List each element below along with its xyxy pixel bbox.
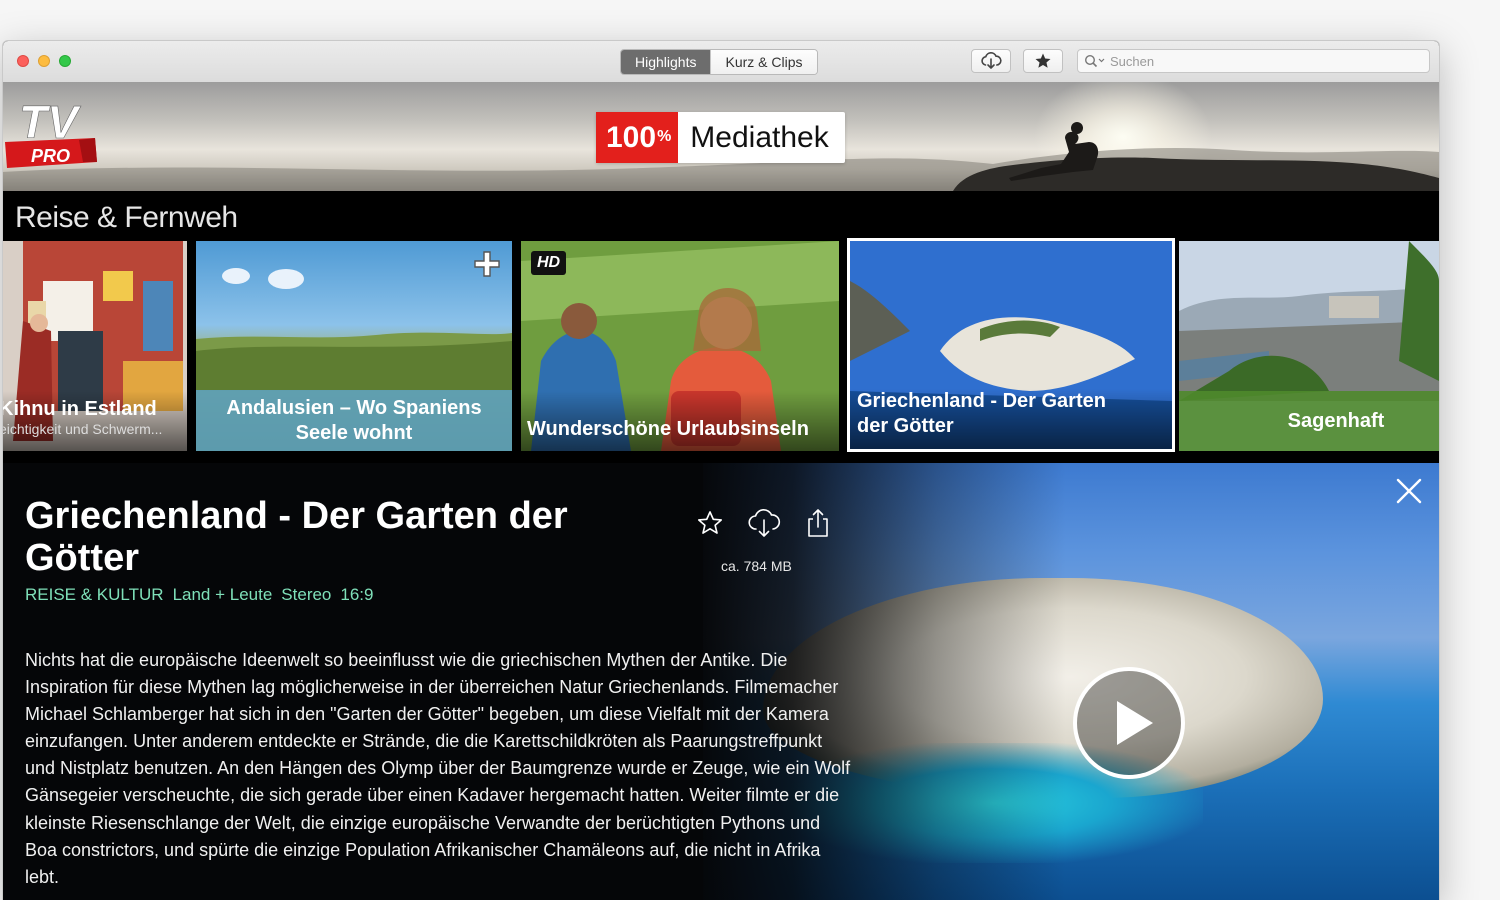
tile-title: Kihnu in Estland	[3, 398, 157, 420]
tag-audio: Stereo	[281, 585, 332, 604]
share-button[interactable]	[799, 505, 837, 541]
mediathek-100-badge: 100%	[596, 112, 679, 163]
add-to-watchlist-button[interactable]	[472, 249, 502, 279]
play-button[interactable]	[1073, 667, 1185, 779]
detail-tags: REISE & KULTUR Land + Leute Stereo 16:9	[25, 585, 373, 605]
download-button[interactable]	[745, 505, 783, 541]
tile-subtitle: eichtigkeit und Schwerm...	[3, 421, 163, 437]
detail-title: Griechenland - Der Garten der Götter	[25, 495, 568, 579]
tile-urlaubsinseln[interactable]: HD Wunderschöne Urlaubsinseln	[521, 241, 839, 451]
tag-genre[interactable]: REISE & KULTUR	[25, 585, 164, 605]
view-segmented-control: Highlights Kurz & Clips	[620, 49, 818, 75]
tab-highlights[interactable]: Highlights	[621, 50, 711, 74]
tile-kihnu-estland[interactable]: Kihnu in Estland eichtigkeit und Schwerm…	[3, 241, 187, 451]
cloud-download-icon	[981, 52, 1002, 69]
plus-icon	[474, 251, 500, 277]
tile-title: Wunderschöne Urlaubsinseln	[527, 418, 809, 440]
cloud-download-icon	[748, 509, 781, 537]
detail-description: Nichts hat die europäische Ideenwelt so …	[25, 650, 851, 887]
tv-pro-logo[interactable]: TV PRO	[3, 96, 101, 174]
tile-andalusien[interactable]: Andalusien – Wo Spaniens Seele wohnt	[196, 241, 512, 451]
titlebar: Highlights Kurz & Clips	[3, 41, 1439, 83]
tile-griechenland-selected[interactable]: Griechenland - Der Garten der Götter	[847, 238, 1175, 452]
tab-kurz-clips[interactable]: Kurz & Clips	[710, 50, 817, 74]
hd-badge: HD	[531, 251, 567, 275]
download-size: ca. 784 MB	[721, 558, 792, 574]
share-icon	[808, 509, 828, 537]
close-icon	[1396, 478, 1422, 504]
header-banner: TV PRO 100% Mediathek	[3, 82, 1439, 191]
tile-title: Sagenhaft	[1287, 409, 1385, 432]
favorites-button[interactable]	[1023, 49, 1063, 73]
tile-sagenhaft[interactable]: Sagenhaft	[1179, 241, 1439, 451]
favorite-button[interactable]	[691, 505, 729, 541]
tile-title: Griechenland - Der Garten der Götter	[857, 390, 1106, 437]
close-detail-button[interactable]	[1395, 477, 1423, 505]
search-input[interactable]	[1108, 52, 1429, 70]
mediathek-100-text: 100	[606, 120, 657, 154]
minimize-window-button[interactable]	[38, 55, 50, 67]
downloads-button[interactable]	[971, 49, 1011, 73]
play-icon	[1073, 667, 1185, 779]
tag-category[interactable]: Land + Leute	[173, 585, 273, 605]
search-icon	[1084, 54, 1105, 68]
detail-actions	[691, 505, 837, 541]
app-window: Highlights Kurz & Clips TV PRO	[3, 41, 1439, 900]
detail-panel: Griechenland - Der Garten der Götter REI…	[3, 463, 1439, 900]
mediathek-percent: %	[657, 127, 672, 145]
mediathek-label: Mediathek	[690, 120, 829, 154]
section-title: Reise & Fernweh	[15, 201, 238, 234]
tile-title: Andalusien – Wo Spaniens Seele wohnt	[226, 396, 482, 444]
mediathek-logo[interactable]: 100% Mediathek	[596, 112, 845, 163]
search-field[interactable]	[1077, 49, 1430, 73]
star-icon	[1035, 53, 1051, 68]
star-icon	[697, 511, 723, 534]
close-window-button[interactable]	[17, 55, 29, 67]
tag-aspect: 16:9	[340, 585, 374, 604]
zoom-window-button[interactable]	[59, 55, 71, 67]
svg-text:PRO: PRO	[31, 146, 70, 166]
